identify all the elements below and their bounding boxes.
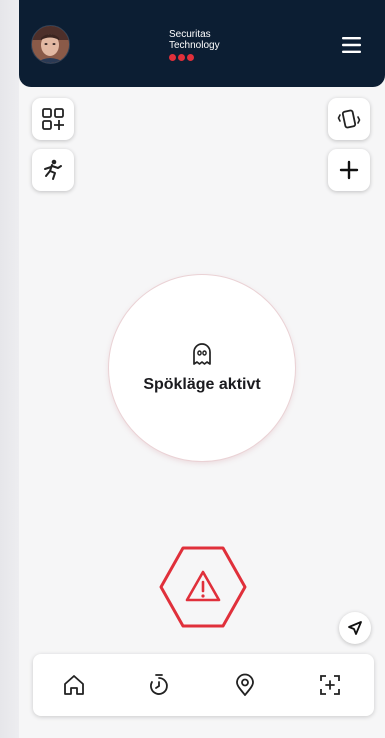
brand-line-1: Securitas <box>169 29 211 40</box>
vibrate-button[interactable] <box>328 98 370 140</box>
nav-timer[interactable] <box>145 671 173 699</box>
nav-home[interactable] <box>60 671 88 699</box>
hamburger-menu-icon[interactable] <box>341 36 363 54</box>
dashboard-add-button[interactable] <box>32 98 74 140</box>
fall-detection-button[interactable] <box>32 149 74 191</box>
vibrate-phone-icon <box>337 109 361 129</box>
bottom-navigation <box>33 654 374 716</box>
app-header: Securitas Technology <box>19 0 385 87</box>
add-button[interactable] <box>328 149 370 191</box>
nav-scan[interactable] <box>316 671 344 699</box>
status-label: Spökläge aktivt <box>143 376 261 393</box>
scan-add-icon <box>320 675 340 695</box>
plus-icon <box>339 160 359 180</box>
dashboard-add-icon <box>42 108 64 130</box>
brand-dot <box>178 54 185 61</box>
avatar-image <box>32 26 69 63</box>
nav-location[interactable] <box>231 671 259 699</box>
navigation-arrow-icon <box>348 621 362 635</box>
brand-dots <box>169 54 220 61</box>
ghost-mode-status[interactable]: Spökläge aktivt <box>109 275 295 461</box>
fall-detection-icon <box>44 159 62 180</box>
alarm-button[interactable] <box>159 546 247 628</box>
app-screen: Securitas Technology Spökläge aktivt <box>19 0 385 738</box>
ghost-icon <box>193 343 211 365</box>
locate-me-button[interactable] <box>339 612 371 644</box>
brand-line-2: Technology <box>169 40 220 51</box>
home-icon <box>64 675 84 695</box>
brand-dot <box>169 54 176 61</box>
timer-icon <box>150 674 168 695</box>
background-edge <box>0 0 19 738</box>
location-pin-icon <box>236 673 254 696</box>
brand-dot <box>187 54 194 61</box>
warning-hexagon-icon <box>159 546 247 628</box>
brand-logo: Securitas Technology <box>169 29 220 61</box>
user-avatar[interactable] <box>31 25 70 64</box>
